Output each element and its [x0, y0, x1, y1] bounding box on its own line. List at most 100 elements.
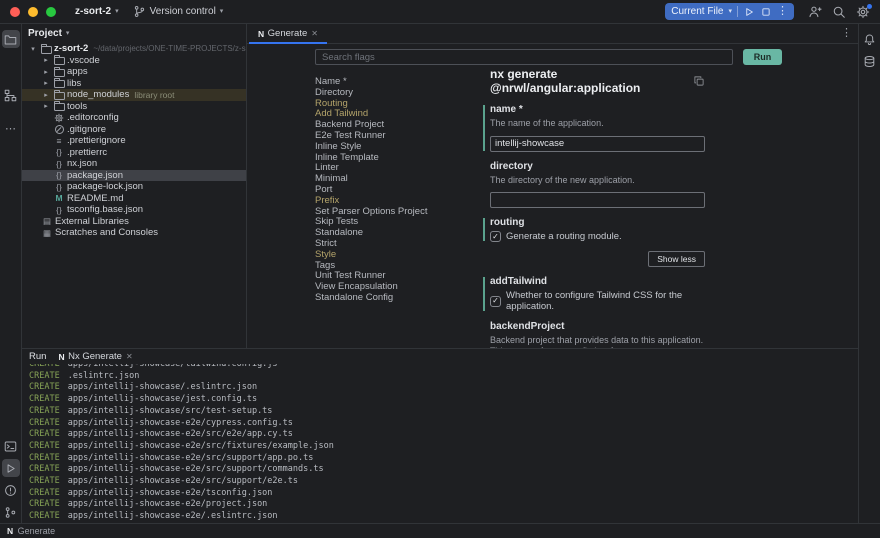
- tree-item-libs[interactable]: ▸libs: [22, 78, 246, 90]
- tree-item-external-libraries[interactable]: ▤External Libraries: [22, 216, 246, 228]
- tree-item-package-json[interactable]: {}package.json: [22, 170, 246, 182]
- folder-icon: [52, 78, 66, 88]
- chevron-right-icon[interactable]: ▸: [40, 102, 52, 110]
- chevron-down-icon: ▾: [728, 8, 732, 15]
- run-config-label: Current File: [671, 6, 723, 17]
- lines-icon: ≡: [52, 137, 66, 146]
- notifications-button[interactable]: [861, 30, 879, 48]
- flag-link-prefix[interactable]: Prefix: [315, 196, 485, 207]
- chevron-right-icon[interactable]: ▸: [40, 79, 52, 87]
- tab-options-icon[interactable]: ⋮: [841, 28, 852, 39]
- flag-link-directory[interactable]: Directory: [315, 88, 485, 99]
- settings-button[interactable]: [856, 5, 870, 19]
- structure-icon: [4, 89, 17, 102]
- search-icon[interactable]: [832, 5, 846, 19]
- run-panel: Run N Nx Generate ✕ CREATEapps/intellij-…: [22, 348, 858, 523]
- braces-icon: {}: [52, 171, 66, 180]
- more-tool-windows-button[interactable]: ⋯: [2, 120, 20, 138]
- editor-tab-bar: N Generate ✕ ⋮: [247, 24, 858, 44]
- console-line: CREATEapps/intellij-showcase/.eslintrc.j…: [29, 382, 858, 394]
- tree-item-label: External Libraries: [55, 216, 129, 227]
- close-run-tab-icon[interactable]: ✕: [126, 352, 133, 361]
- chevron-down-icon: ▾: [220, 8, 224, 15]
- divider: [737, 6, 738, 17]
- chevron-right-icon[interactable]: ▸: [40, 56, 52, 64]
- console-line: CREATEapps/intellij-showcase/src/test-se…: [29, 406, 858, 418]
- tree-item--prettierignore[interactable]: ≡.prettierignore: [22, 135, 246, 147]
- console-output[interactable]: CREATEapps/intellij-showcase/tailwind.co…: [22, 364, 858, 523]
- chevron-down-icon[interactable]: ▾: [27, 45, 39, 53]
- braces-icon: {}: [52, 160, 66, 169]
- flag-link-strict[interactable]: Strict: [315, 239, 485, 250]
- field-label: routing: [490, 217, 705, 228]
- chevron-right-icon[interactable]: ▸: [40, 91, 52, 99]
- commit-graph-icon: [4, 506, 17, 519]
- project-tool-button[interactable]: [2, 30, 20, 48]
- markdown-icon: M: [52, 194, 66, 203]
- vcs-tool-button[interactable]: [2, 503, 20, 521]
- run-icon[interactable]: [743, 6, 755, 18]
- name-input[interactable]: [490, 136, 705, 152]
- flag-link-style[interactable]: Style: [315, 250, 485, 261]
- window-controls: [0, 7, 68, 17]
- zoom-window-button[interactable]: [46, 7, 56, 17]
- tab-generate[interactable]: N Generate ✕: [249, 24, 327, 43]
- tree-item-package-lock-json[interactable]: {}package-lock.json: [22, 181, 246, 193]
- run-configuration-widget[interactable]: Current File ▾ ⋮: [665, 3, 794, 20]
- command-title: nx generate @nrwl/angular:application: [490, 67, 686, 95]
- tree-item-label: .prettierrc: [67, 147, 107, 158]
- stop-icon[interactable]: [760, 6, 772, 18]
- no-entry-icon: [52, 125, 66, 134]
- tree-item--prettierrc[interactable]: {}.prettierrc: [22, 147, 246, 159]
- console-line: CREATEapps/intellij-showcase-e2e/tsconfi…: [29, 488, 858, 500]
- chevron-down-icon: ▾: [115, 8, 119, 15]
- tree-item-z-sort-2[interactable]: ▾z-sort-2~/data/projects/ONE-TIME-PROJEC…: [22, 43, 246, 55]
- more-run-options-icon[interactable]: ⋮: [777, 6, 788, 17]
- flag-link-inline-style[interactable]: Inline Style: [315, 142, 485, 153]
- console-line: CREATEapps/intellij-showcase-e2e/src/sup…: [29, 464, 858, 476]
- project-panel-header[interactable]: Project ▾: [22, 24, 246, 43]
- close-window-button[interactable]: [10, 7, 20, 17]
- ide-window: z-sort-2 ▾ Version control ▾ Current Fil…: [0, 0, 880, 538]
- terminal-tool-button[interactable]: [2, 437, 20, 455]
- database-tool-button[interactable]: [861, 52, 879, 70]
- tree-item-node-modules[interactable]: ▸node_moduleslibrary root: [22, 89, 246, 101]
- flag-link-standalone[interactable]: Standalone: [315, 228, 485, 239]
- directory-input[interactable]: [490, 192, 705, 208]
- flag-link-port[interactable]: Port: [315, 185, 485, 196]
- structure-tool-button[interactable]: [2, 86, 20, 104]
- problems-tool-button[interactable]: [2, 481, 20, 499]
- tree-item-apps[interactable]: ▸apps: [22, 66, 246, 78]
- flag-link-inline-template[interactable]: Inline Template: [315, 153, 485, 164]
- tree-item--editorconfig[interactable]: .editorconfig: [22, 112, 246, 124]
- tree-item-scratches-and-consoles[interactable]: ▦Scratches and Consoles: [22, 227, 246, 239]
- search-flags-input[interactable]: [315, 49, 733, 65]
- close-tab-icon[interactable]: ✕: [311, 29, 318, 38]
- chevron-down-icon: ▾: [66, 30, 70, 37]
- flag-link-minimal[interactable]: Minimal: [315, 174, 485, 185]
- tree-item-label: package-lock.json: [67, 181, 143, 192]
- add-user-icon[interactable]: [808, 5, 822, 19]
- chevron-right-icon[interactable]: ▸: [40, 68, 52, 76]
- flag-link-standalone-config[interactable]: Standalone Config: [315, 293, 485, 304]
- minimize-window-button[interactable]: [28, 7, 38, 17]
- project-selector[interactable]: z-sort-2 ▾: [68, 0, 126, 23]
- tree-item-tools[interactable]: ▸tools: [22, 101, 246, 113]
- run-panel-title: Run: [29, 351, 46, 362]
- tree-item-tsconfig-base-json[interactable]: {}tsconfig.base.json: [22, 204, 246, 216]
- show-less-button[interactable]: Show less: [648, 251, 705, 267]
- tree-item-nx-json[interactable]: {}nx.json: [22, 158, 246, 170]
- tree-item-readme-md[interactable]: MREADME.md: [22, 193, 246, 205]
- vcs-widget[interactable]: Version control ▾: [126, 0, 231, 23]
- copy-icon[interactable]: [693, 75, 705, 87]
- tree-item--vscode[interactable]: ▸.vscode: [22, 55, 246, 67]
- run-tab-nx-generate[interactable]: N Nx Generate ✕: [58, 351, 132, 362]
- tree-item--gitignore[interactable]: .gitignore: [22, 124, 246, 136]
- console-line: CREATEapps/intellij-showcase-e2e/src/sup…: [29, 453, 858, 465]
- run-generate-button[interactable]: Run: [743, 49, 782, 65]
- folder-icon: [52, 67, 66, 77]
- tree-item-label: nx.json: [67, 158, 97, 169]
- run-tool-button[interactable]: [2, 459, 20, 477]
- routing-checkbox[interactable]: ✓: [490, 231, 501, 242]
- addTailwind-checkbox[interactable]: ✓: [490, 296, 501, 307]
